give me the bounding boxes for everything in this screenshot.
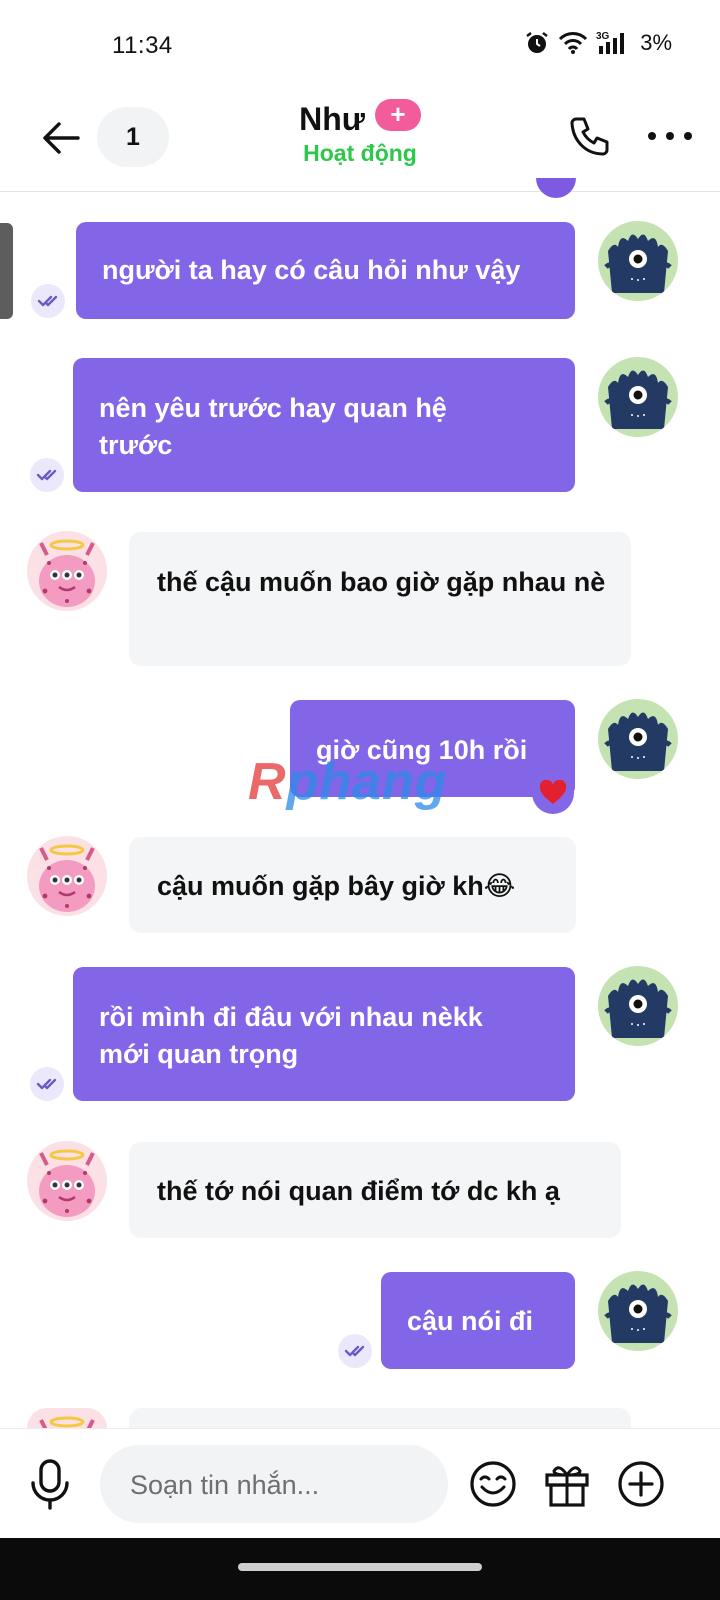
- message-bubble-sent[interactable]: cậu nói đi: [381, 1272, 575, 1369]
- mic-icon: [31, 1459, 69, 1510]
- contact-avatar-partial: [27, 1408, 107, 1428]
- monster-avatar-icon: [598, 357, 678, 437]
- add-icon: [618, 1461, 664, 1507]
- emoji-button[interactable]: [468, 1459, 518, 1509]
- plus-badge: +: [374, 98, 421, 131]
- message-bubble-received[interactable]: thế tớ nói quan điểm tớ dc kh ạ: [129, 1142, 621, 1238]
- status-icons: 3G 3%: [524, 30, 672, 56]
- my-avatar[interactable]: [598, 221, 678, 301]
- monster-avatar-icon: [598, 699, 678, 779]
- pink-monster-avatar-icon: [27, 531, 107, 611]
- voice-button[interactable]: [28, 1457, 72, 1513]
- monster-avatar-icon: [598, 221, 678, 301]
- more-icon: [648, 132, 692, 140]
- monster-avatar-icon: [598, 1271, 678, 1351]
- more-button[interactable]: [646, 121, 694, 151]
- my-avatar[interactable]: [598, 699, 678, 779]
- pink-monster-avatar-icon: [27, 836, 107, 916]
- contact-avatar[interactable]: [27, 836, 107, 916]
- seen-indicator: [30, 1067, 64, 1101]
- gift-button[interactable]: [542, 1459, 592, 1509]
- status-time: 11:34: [112, 32, 173, 59]
- message-bubble-received[interactable]: thế cậu muốn bao giờ gặp nhau nè: [129, 532, 631, 666]
- battery-level: 3%: [640, 30, 672, 55]
- seen-indicator: [338, 1334, 372, 1368]
- seen-indicator: [30, 458, 64, 492]
- composer-bar: [0, 1428, 720, 1539]
- heart-icon: [539, 780, 567, 804]
- watermark: Rphang: [248, 753, 448, 811]
- contact-avatar[interactable]: [27, 531, 107, 611]
- partial-message-indicator: [536, 178, 576, 198]
- status-bar: 11:34 3G 3%: [0, 0, 720, 95]
- home-gesture-bar[interactable]: [238, 1563, 482, 1571]
- double-check-icon: [344, 1345, 365, 1357]
- contact-name: Như: [299, 101, 365, 137]
- monster-avatar-icon: [598, 966, 678, 1046]
- phone-icon: [570, 117, 609, 156]
- chat-header: 1 Như + Hoạt động: [0, 95, 720, 192]
- system-nav-bar: [0, 1538, 720, 1600]
- gift-icon: [545, 1466, 589, 1507]
- message-input-wrapper: [100, 1445, 448, 1525]
- svg-text:3G: 3G: [596, 31, 610, 42]
- call-button[interactable]: [566, 113, 614, 161]
- message-bubble-partial: [129, 1408, 631, 1428]
- double-check-icon: [36, 1078, 57, 1090]
- add-button[interactable]: [616, 1459, 666, 1509]
- pink-monster-avatar-icon: [27, 1141, 107, 1221]
- my-avatar[interactable]: [598, 966, 678, 1046]
- message-bubble-sent[interactable]: nên yêu trước hay quan hệ trước: [73, 358, 575, 492]
- edge-panel-handle[interactable]: [0, 223, 13, 319]
- message-bubble-received[interactable]: cậu muốn gặp bây giờ kh😂: [129, 837, 576, 933]
- my-avatar[interactable]: [598, 357, 678, 437]
- emoji-icon: [470, 1461, 516, 1507]
- message-bubble-sent[interactable]: rồi mình đi đâu với nhau nèkk mới quan t…: [73, 967, 575, 1101]
- message-input[interactable]: [128, 1445, 432, 1525]
- pink-monster-avatar-icon: [27, 1408, 107, 1428]
- contact-avatar[interactable]: [27, 1141, 107, 1221]
- my-avatar[interactable]: [598, 1271, 678, 1351]
- wifi-icon: [559, 32, 588, 54]
- seen-indicator: [31, 284, 65, 318]
- reaction-badge[interactable]: [532, 772, 574, 814]
- signal-icon: 3G: [596, 31, 625, 54]
- double-check-icon: [36, 469, 57, 481]
- double-check-icon: [37, 295, 58, 307]
- alarm-icon: [526, 32, 548, 53]
- message-bubble-sent[interactable]: người ta hay có câu hỏi như vậy: [76, 222, 575, 319]
